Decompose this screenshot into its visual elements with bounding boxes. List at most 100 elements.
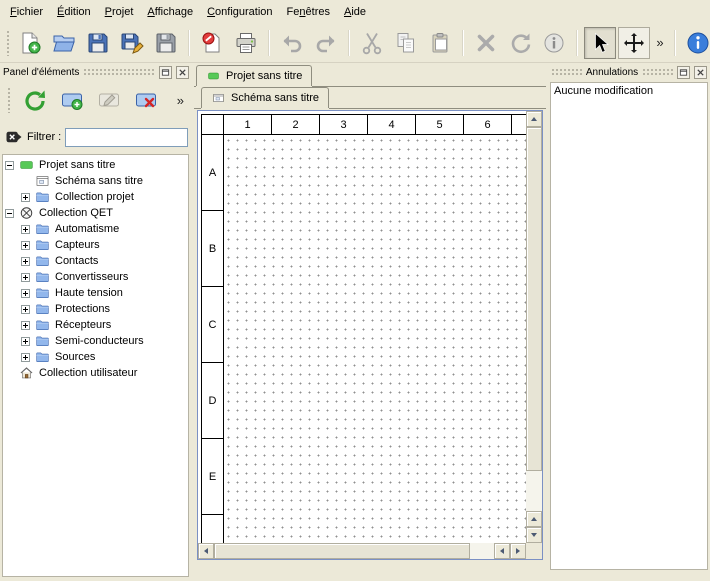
- elements-panel-titlebar[interactable]: Panel d'éléments: [0, 64, 192, 80]
- tree-item-protections[interactable]: Protections: [3, 301, 188, 317]
- tree-item-label: Collection utilisateur: [39, 367, 137, 379]
- diagram-frame[interactable]: 123456 ABCDE: [201, 114, 526, 543]
- open-file-button[interactable]: [48, 27, 80, 59]
- close-file-button[interactable]: [196, 27, 228, 59]
- arrow-up-icon: [531, 517, 537, 521]
- expander-plus-icon[interactable]: [21, 353, 30, 362]
- menu-item-projet[interactable]: Projet: [98, 3, 141, 21]
- edit-element-button[interactable]: [94, 85, 124, 115]
- about-button[interactable]: [682, 27, 710, 59]
- undo-panel-titlebar[interactable]: Annulations: [548, 64, 710, 80]
- cut-button[interactable]: [356, 27, 388, 59]
- toolbar-overflow-button[interactable]: »: [652, 27, 668, 59]
- dock-grip: [551, 68, 582, 76]
- paste-button[interactable]: [424, 27, 456, 59]
- menu-item-fichier[interactable]: Fichier: [3, 3, 50, 21]
- expander-plus-icon[interactable]: [21, 321, 30, 330]
- expander-minus-icon[interactable]: [5, 209, 14, 218]
- expander-plus-icon[interactable]: [21, 257, 30, 266]
- arrow-up-icon: [531, 117, 537, 121]
- scroll-up-button[interactable]: [526, 111, 542, 127]
- copy-button[interactable]: [390, 27, 422, 59]
- tree-item-schema-sans-titre[interactable]: Schéma sans titre: [3, 173, 188, 189]
- rotate-button[interactable]: [504, 27, 536, 59]
- horizontal-scroll-thumb[interactable]: [214, 543, 470, 559]
- home-icon: [18, 366, 35, 380]
- menu-item-configuration[interactable]: Configuration: [200, 3, 279, 21]
- new-file-button[interactable]: [14, 27, 46, 59]
- rotate-icon: [508, 31, 532, 55]
- schema-tab-label: Schéma sans titre: [231, 92, 319, 104]
- qet-collection-icon: [18, 206, 35, 220]
- diagram-viewport[interactable]: 123456 ABCDE: [198, 111, 526, 543]
- element-info-button[interactable]: [538, 27, 570, 59]
- tree-item-sources[interactable]: Sources: [3, 349, 188, 365]
- expander-plus-icon[interactable]: [21, 241, 30, 250]
- tree-item-collection-utilisateur[interactable]: Collection utilisateur: [3, 365, 188, 381]
- undo-history-list[interactable]: Aucune modification: [550, 82, 708, 570]
- elements-panel-float-button[interactable]: [159, 66, 172, 79]
- open-folder-icon: [52, 31, 76, 55]
- scroll-up-button-secondary[interactable]: [526, 511, 542, 527]
- elements-panel-close-button[interactable]: [176, 66, 189, 79]
- menu-item-aide[interactable]: Aide: [337, 3, 373, 21]
- tree-item-collection-qet[interactable]: Collection QET: [3, 205, 188, 221]
- delete-element-button[interactable]: [131, 85, 161, 115]
- redo-button[interactable]: [310, 27, 342, 59]
- frame-corner: [202, 115, 224, 135]
- scroll-down-button[interactable]: [526, 527, 542, 543]
- expander-plus-icon[interactable]: [21, 337, 30, 346]
- arrow-right-icon: [516, 548, 520, 554]
- save-button[interactable]: [82, 27, 114, 59]
- pan-mode-button[interactable]: [618, 27, 650, 59]
- project-icon: [206, 70, 221, 82]
- tree-item-semi-conducteurs[interactable]: Semi-conducteurs: [3, 333, 188, 349]
- expander-plus-icon[interactable]: [21, 289, 30, 298]
- panel-toolbar-overflow[interactable]: »: [177, 93, 188, 108]
- menu-item-fenetres[interactable]: Fenêtres: [280, 3, 337, 21]
- delete-button[interactable]: [470, 27, 502, 59]
- horizontal-scrollbar[interactable]: [198, 543, 526, 559]
- menu-item-affichage[interactable]: Affichage: [140, 3, 200, 21]
- expander-plus-icon[interactable]: [21, 193, 30, 202]
- vertical-scrollbar[interactable]: [526, 111, 542, 543]
- expander-plus-icon[interactable]: [21, 305, 30, 314]
- elements-panel-dock: Panel d'éléments » Filtrer : Projet sans…: [0, 64, 192, 581]
- tree-item-capteurs[interactable]: Capteurs: [3, 237, 188, 253]
- vertical-scroll-thumb[interactable]: [526, 127, 542, 471]
- copy-icon: [394, 31, 418, 55]
- tree-item-label: Sources: [55, 351, 95, 363]
- tree-item-collection-projet[interactable]: Collection projet: [3, 189, 188, 205]
- tab-projet-sans-titre[interactable]: Projet sans titre: [196, 65, 312, 86]
- save-all-icon: [154, 31, 178, 55]
- folder-icon: [34, 238, 51, 252]
- tree-item-label: Collection projet: [55, 191, 134, 203]
- filter-input[interactable]: [65, 128, 188, 147]
- column-header-5: 5: [416, 115, 464, 135]
- save-all-button[interactable]: [150, 27, 182, 59]
- expander-minus-icon[interactable]: [5, 161, 14, 170]
- scroll-left-button-secondary[interactable]: [494, 543, 510, 559]
- tree-item-recepteurs[interactable]: Récepteurs: [3, 317, 188, 333]
- expander-plus-icon[interactable]: [21, 273, 30, 282]
- print-button[interactable]: [230, 27, 262, 59]
- select-mode-button[interactable]: [584, 27, 616, 59]
- expander-plus-icon[interactable]: [21, 225, 30, 234]
- scroll-right-button[interactable]: [510, 543, 526, 559]
- tree-item-contacts[interactable]: Contacts: [3, 253, 188, 269]
- undo-panel-close-button[interactable]: [694, 66, 707, 79]
- new-element-button[interactable]: [57, 85, 87, 115]
- tree-item-convertisseurs[interactable]: Convertisseurs: [3, 269, 188, 285]
- scroll-left-button[interactable]: [198, 543, 214, 559]
- tree-item-haute-tension[interactable]: Haute tension: [3, 285, 188, 301]
- tree-item-automatisme[interactable]: Automatisme: [3, 221, 188, 237]
- clear-filter-icon[interactable]: [5, 128, 23, 146]
- tab-schema-sans-titre[interactable]: Schéma sans titre: [201, 87, 329, 108]
- tree-item-projet-sans-titre[interactable]: Projet sans titre: [3, 157, 188, 173]
- undo-button[interactable]: [276, 27, 308, 59]
- save-as-button[interactable]: [116, 27, 148, 59]
- reload-icon: [23, 88, 47, 112]
- reload-collections-button[interactable]: [20, 85, 50, 115]
- menu-item-edition[interactable]: Édition: [50, 3, 98, 21]
- undo-panel-float-button[interactable]: [677, 66, 690, 79]
